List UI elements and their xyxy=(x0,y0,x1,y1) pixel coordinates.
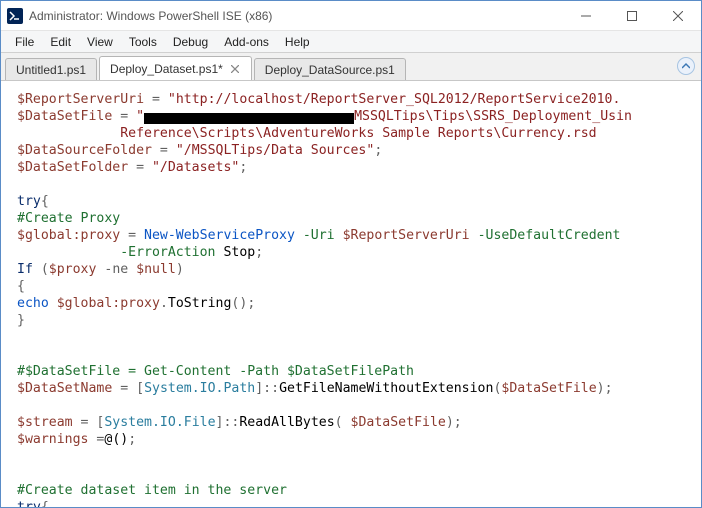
code-content: $ReportServerUri = "http://localhost/Rep… xyxy=(1,81,701,507)
tab-label: Untitled1.ps1 xyxy=(16,63,86,77)
tab-label: Deploy_DataSource.ps1 xyxy=(265,63,395,77)
tab-strip: Untitled1.ps1 Deploy_Dataset.ps1* Deploy… xyxy=(1,53,701,81)
tab-untitled1[interactable]: Untitled1.ps1 xyxy=(5,58,97,80)
window-controls xyxy=(563,1,701,30)
menu-view[interactable]: View xyxy=(79,33,121,51)
powershell-icon xyxy=(7,8,23,24)
redacted-text xyxy=(144,113,354,124)
tab-deploy-dataset[interactable]: Deploy_Dataset.ps1* xyxy=(99,56,252,80)
menu-debug[interactable]: Debug xyxy=(165,33,216,51)
tab-deploy-datasource[interactable]: Deploy_DataSource.ps1 xyxy=(254,58,406,80)
window-title: Administrator: Windows PowerShell ISE (x… xyxy=(29,9,563,23)
menu-bar: File Edit View Tools Debug Add-ons Help xyxy=(1,31,701,53)
menu-edit[interactable]: Edit xyxy=(42,33,79,51)
code-editor[interactable]: $ReportServerUri = "http://localhost/Rep… xyxy=(1,81,701,507)
close-icon[interactable] xyxy=(229,63,241,75)
minimize-button[interactable] xyxy=(563,1,609,31)
menu-addons[interactable]: Add-ons xyxy=(216,33,277,51)
window: Administrator: Windows PowerShell ISE (x… xyxy=(0,0,702,508)
tab-label: Deploy_Dataset.ps1* xyxy=(110,62,223,76)
close-button[interactable] xyxy=(655,1,701,31)
menu-help[interactable]: Help xyxy=(277,33,318,51)
title-bar: Administrator: Windows PowerShell ISE (x… xyxy=(1,1,701,31)
menu-tools[interactable]: Tools xyxy=(121,33,165,51)
menu-file[interactable]: File xyxy=(7,33,42,51)
collapse-up-icon[interactable] xyxy=(677,57,695,75)
maximize-button[interactable] xyxy=(609,1,655,31)
